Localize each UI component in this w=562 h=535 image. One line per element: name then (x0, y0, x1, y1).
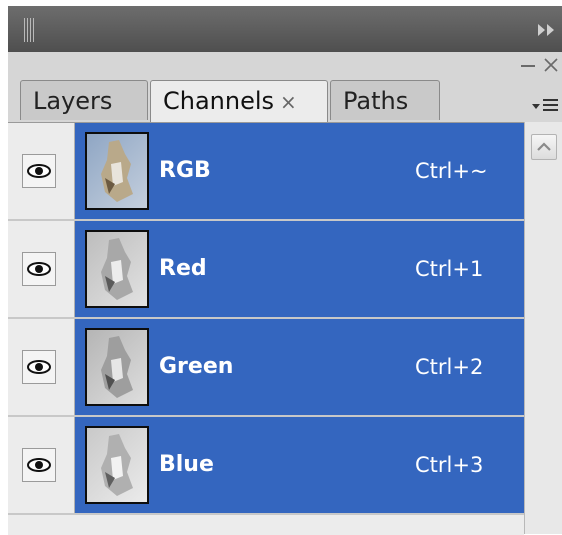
channel-shortcut: Ctrl+3 (415, 453, 484, 477)
channel-row-red[interactable]: Red Ctrl+1 (8, 221, 524, 319)
channel-shortcut: Ctrl+2 (415, 355, 484, 379)
tab-label: Channels (163, 87, 275, 115)
eye-icon[interactable] (22, 154, 56, 188)
tab-label: Layers (33, 87, 113, 115)
visibility-cell[interactable] (8, 221, 75, 317)
tab-paths[interactable]: Paths (330, 80, 440, 120)
channel-name: RGB (159, 158, 211, 183)
channel-selection[interactable]: Green Ctrl+2 (75, 319, 524, 415)
visibility-cell[interactable] (8, 417, 75, 513)
tab-channels[interactable]: Channels × (150, 80, 328, 122)
visibility-cell[interactable] (8, 319, 75, 415)
channel-thumbnail (85, 132, 149, 210)
eye-icon[interactable] (22, 252, 56, 286)
tab-close-icon[interactable]: × (280, 90, 297, 114)
channel-shortcut: Ctrl+1 (415, 257, 484, 281)
minimize-icon[interactable] (520, 58, 536, 74)
chevron-up-icon (537, 142, 551, 151)
channel-row-green[interactable]: Green Ctrl+2 (8, 319, 524, 417)
panel-title-bar[interactable] (8, 6, 562, 52)
eye-icon[interactable] (22, 350, 56, 384)
channel-row-rgb[interactable]: RGB Ctrl+~ (8, 123, 524, 221)
tab-label: Paths (343, 87, 409, 115)
drag-grip-icon[interactable] (24, 18, 34, 42)
channel-selection[interactable]: Red Ctrl+1 (75, 221, 524, 317)
channel-thumbnail (85, 426, 149, 504)
channel-name: Green (159, 354, 234, 379)
double-arrow-right-icon[interactable] (534, 22, 558, 38)
channel-row-blue[interactable]: Blue Ctrl+3 (8, 417, 524, 515)
channels-panel: Layers Channels × Paths RGB Ctrl+~ Red C… (8, 6, 562, 535)
channel-shortcut: Ctrl+~ (415, 159, 488, 183)
close-icon[interactable] (542, 56, 560, 74)
channel-selection[interactable]: Blue Ctrl+3 (75, 417, 524, 513)
channel-thumbnail (85, 328, 149, 406)
panel-menu-icon[interactable] (530, 92, 560, 118)
eye-icon[interactable] (22, 448, 56, 482)
row-divider (8, 513, 524, 515)
tab-strip: Layers Channels × Paths (8, 52, 562, 122)
scroll-up-button[interactable] (531, 134, 557, 160)
channel-list: RGB Ctrl+~ Red Ctrl+1 Green Ctrl+2 Blue … (8, 122, 524, 535)
tab-layers[interactable]: Layers (20, 80, 148, 120)
visibility-cell[interactable] (8, 123, 75, 219)
channel-name: Blue (159, 452, 214, 477)
channel-thumbnail (85, 230, 149, 308)
channel-name: Red (159, 256, 207, 281)
vertical-scrollbar[interactable] (524, 122, 562, 534)
channel-selection[interactable]: RGB Ctrl+~ (75, 123, 524, 219)
